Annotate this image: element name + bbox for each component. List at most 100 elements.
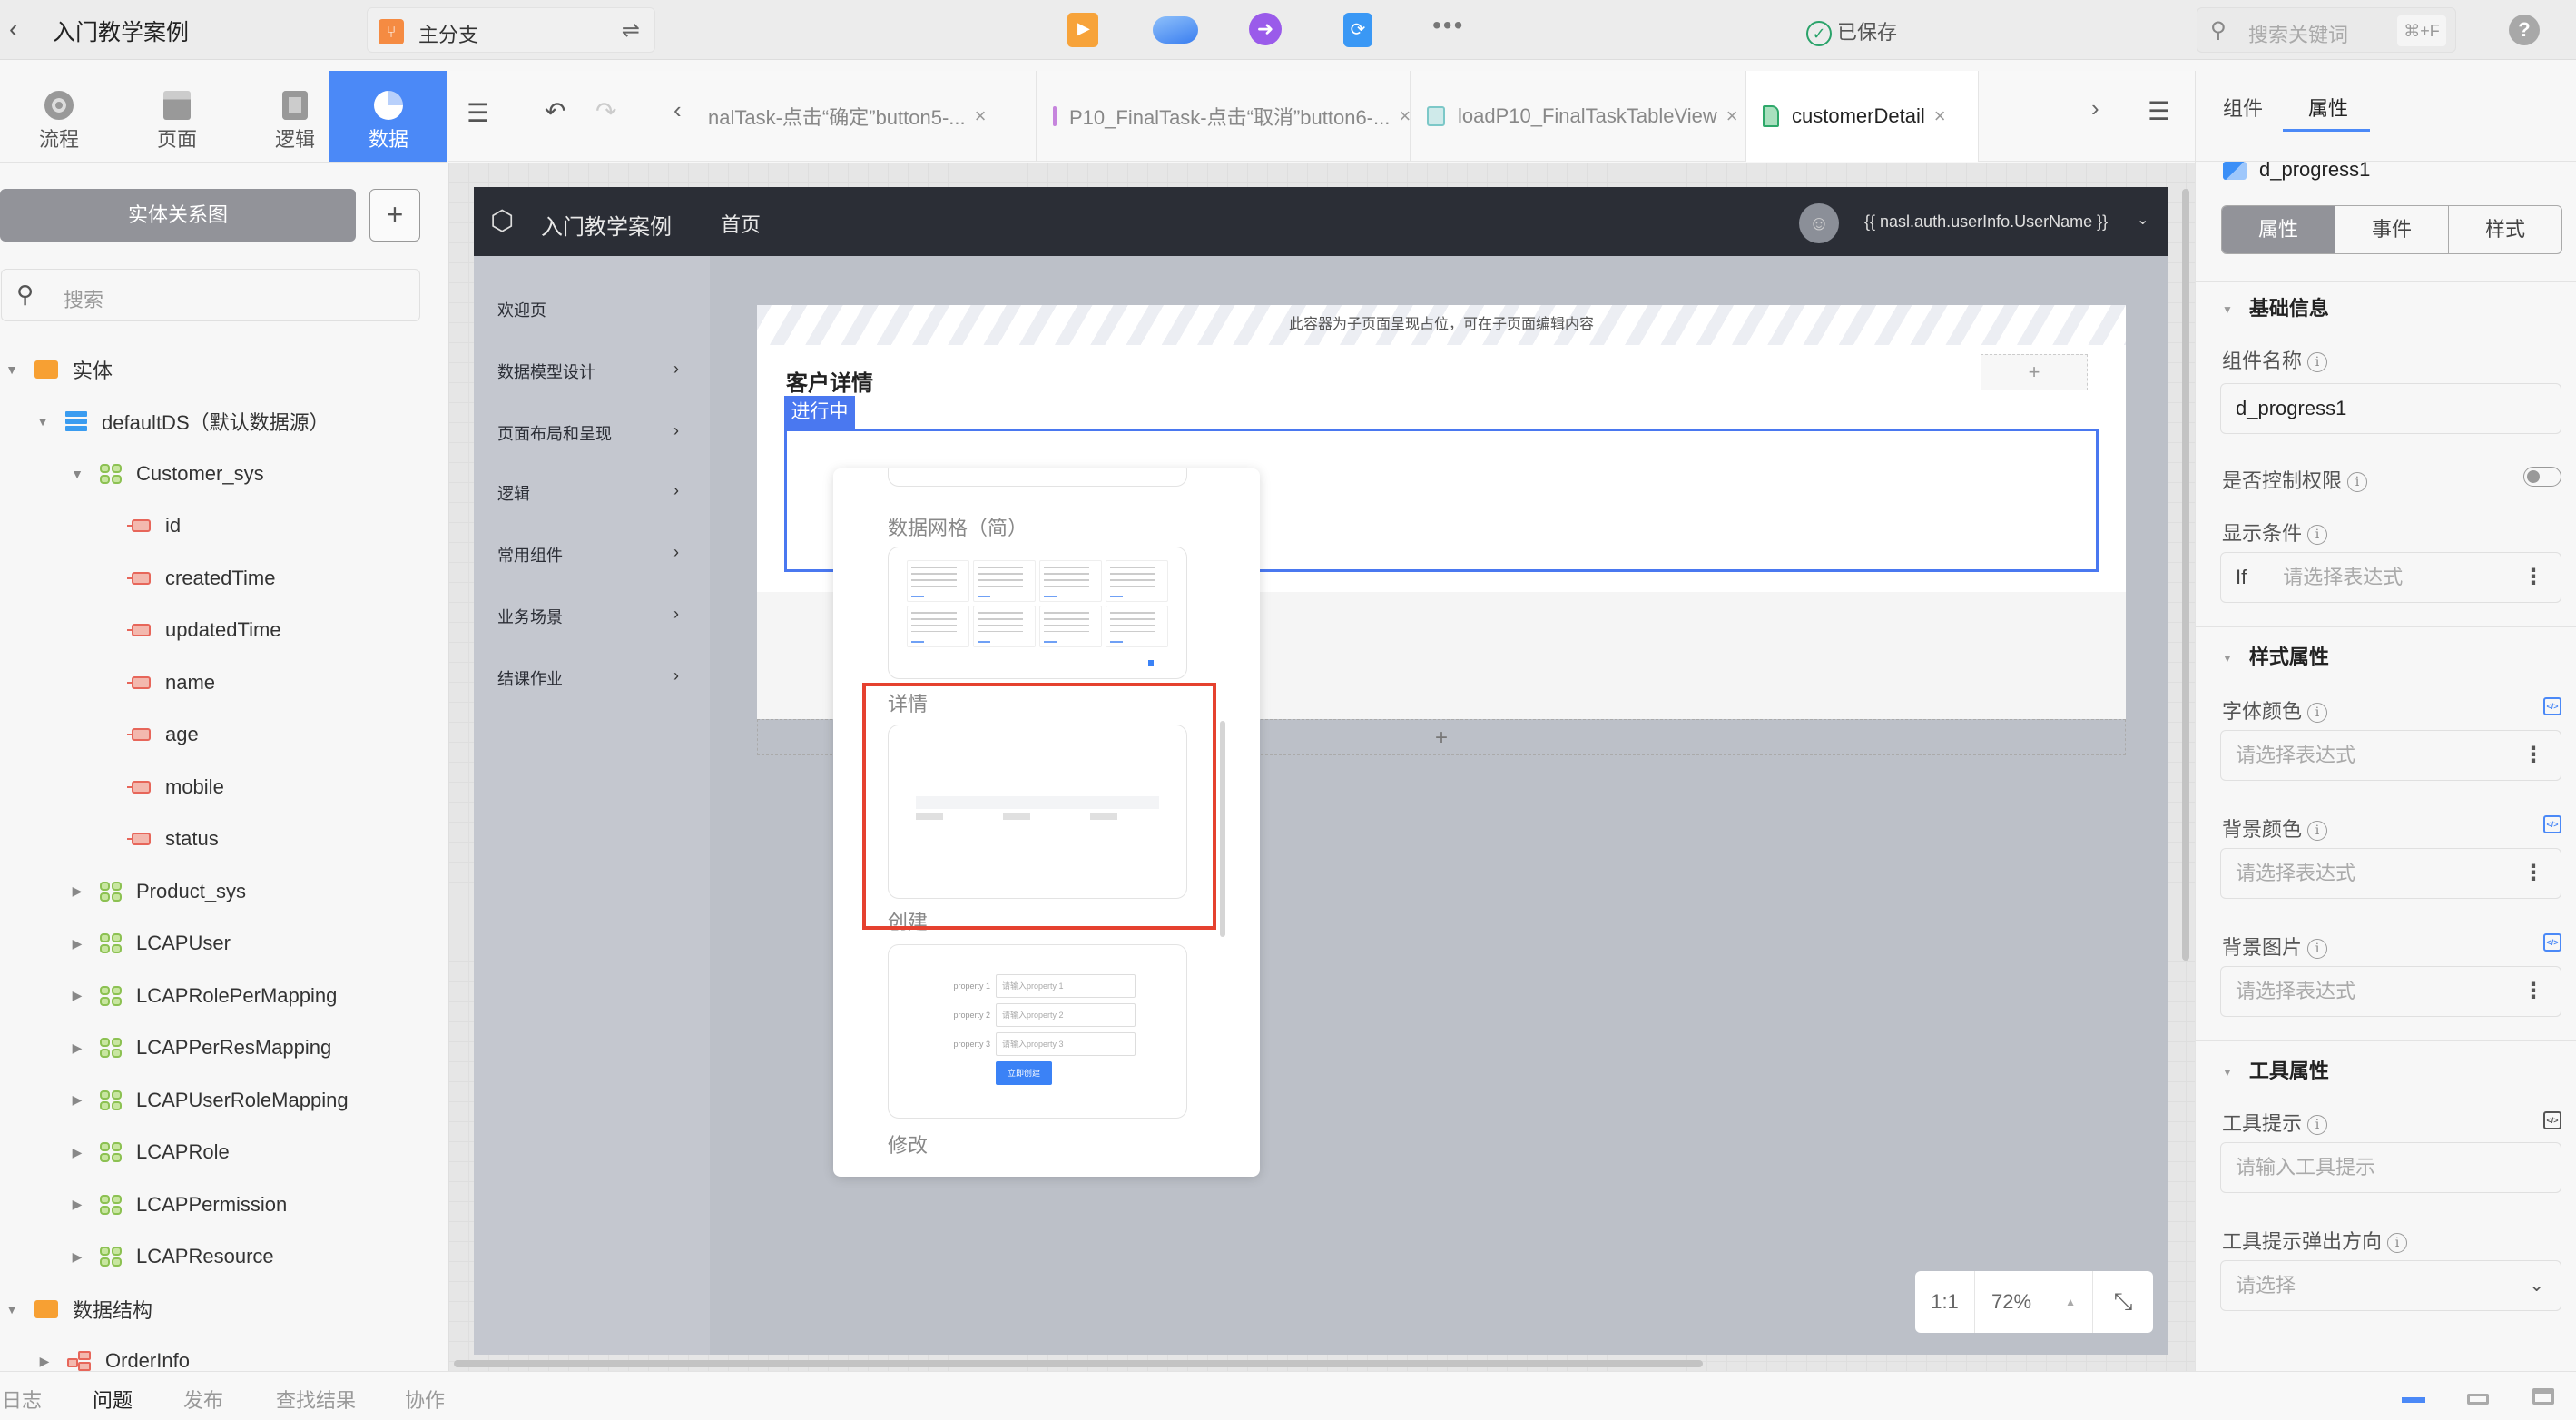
preview-menu-item[interactable]: 页面布局和呈现 › [497, 421, 679, 445]
tree-item[interactable]: updatedTime [0, 605, 447, 657]
section-basic-info[interactable]: ▼ 基础信息 [2222, 292, 2329, 321]
tab-3[interactable]: customerDetail × [1746, 71, 1979, 162]
tree-search-input[interactable]: ⚲ 搜索 [1, 269, 420, 321]
bg-image-input[interactable]: 请选择表达式 ⋮ [2220, 966, 2561, 1017]
preview-nav-home[interactable]: 首页 [721, 209, 761, 238]
panel-half-icon[interactable] [2467, 1394, 2489, 1405]
tab-components[interactable]: 组件 [2223, 93, 2263, 122]
tab-properties[interactable]: 属性 [2308, 93, 2348, 122]
code-binding-icon[interactable]: </> [2543, 933, 2561, 952]
tree-item[interactable]: ▶ LCAPPermission [0, 1178, 447, 1231]
tree-item[interactable]: ▶ LCAPRole [0, 1127, 447, 1179]
caret-right-icon[interactable]: ▶ [71, 1145, 84, 1160]
close-icon[interactable]: × [1726, 104, 1738, 128]
info-icon[interactable]: i [2307, 703, 2328, 724]
tab-1[interactable]: P10_FinalTask-点击“取消”button6-... × [1037, 71, 1411, 162]
caret-right-icon[interactable]: ▶ [71, 1040, 84, 1056]
global-search[interactable]: ⚲ 搜索关键词 ⌘+F [2197, 7, 2456, 53]
status-badge[interactable]: 进行中 [784, 396, 855, 429]
nav-process[interactable]: 流程 [0, 71, 118, 162]
canvas-horizontal-scrollbar[interactable] [454, 1360, 1703, 1367]
caret-right-icon[interactable]: ▶ [71, 936, 84, 952]
nav-page[interactable]: 页面 [118, 71, 236, 162]
sync-icon[interactable]: ⟳ [1343, 13, 1372, 47]
cloud-deploy-icon[interactable] [1153, 16, 1198, 44]
tree-item[interactable]: id [0, 500, 447, 553]
segment-styles[interactable]: 样式 [2449, 206, 2561, 253]
tree-item[interactable]: ▶ LCAPUser [0, 918, 447, 971]
caret-right-icon[interactable]: ▶ [71, 1249, 84, 1265]
zoom-level-select[interactable]: 72% ▲ [1975, 1271, 2093, 1333]
bottom-tab-publish[interactable]: 发布 [183, 1385, 223, 1414]
panel-maximize-icon[interactable] [2532, 1388, 2554, 1405]
more-vertical-icon[interactable]: ⋮ [2522, 849, 2544, 898]
tab-list-icon[interactable]: ☰ [2148, 96, 2170, 126]
code-binding-icon[interactable]: </> [2543, 697, 2561, 715]
caret-right-icon[interactable]: ▶ [71, 883, 84, 899]
info-icon[interactable]: i [2307, 352, 2328, 373]
tabs-scroll-left-icon[interactable]: ‹ [673, 96, 682, 124]
info-icon[interactable]: i [2347, 472, 2368, 493]
caret-down-icon[interactable]: ▼ [71, 467, 84, 481]
caret-down-icon[interactable]: ▼ [5, 362, 18, 377]
tab-0[interactable]: nalTask-点击“确定”button5-... × [706, 71, 1037, 162]
close-icon[interactable]: × [1934, 104, 1946, 128]
caret-right-icon[interactable]: ▶ [71, 988, 84, 1003]
info-icon[interactable]: i [2387, 1233, 2408, 1254]
caret-right-icon[interactable]: ▶ [71, 1197, 84, 1212]
more-vertical-icon[interactable]: ⋮ [2522, 731, 2544, 780]
collapse-panel-icon[interactable]: ☰ [467, 98, 489, 128]
tree-item[interactable]: createdTime [0, 552, 447, 605]
font-color-input[interactable]: 请选择表达式 ⋮ [2220, 730, 2561, 781]
back-icon[interactable]: ‹ [9, 15, 17, 44]
tooltip-input[interactable]: 请输入工具提示 [2220, 1142, 2561, 1193]
collapse-icon[interactable]: ⤡ [2093, 1271, 2153, 1333]
bottom-tab-collab[interactable]: 协作 [405, 1385, 445, 1414]
preview-menu-item[interactable]: 数据模型设计 › [497, 360, 679, 383]
template-thumb-create[interactable]: property 1 请输入property 1 property 2 请输入pro… [888, 944, 1187, 1119]
bottom-tab-issues[interactable]: 问题 [93, 1385, 133, 1414]
tree-item[interactable]: ▼ 实体 [0, 343, 447, 396]
template-thumb-grid[interactable] [888, 547, 1187, 679]
tree-item[interactable]: ▼ Customer_sys [0, 448, 447, 500]
caret-right-icon[interactable]: ▶ [71, 1092, 84, 1108]
info-icon[interactable]: i [2307, 1115, 2328, 1136]
preview-menu-item[interactable]: 结课作业 › [497, 666, 679, 690]
er-diagram-button[interactable]: 实体关系图 [0, 189, 356, 242]
tab-2[interactable]: loadP10_FinalTaskTableView × [1411, 71, 1746, 162]
preview-menu-item[interactable]: 欢迎页 [497, 298, 679, 321]
tooltip-direction-select[interactable]: 请选择 ⌄ [2220, 1260, 2561, 1311]
segment-properties[interactable]: 属性 [2222, 206, 2335, 253]
tree-item[interactable]: ▼ defaultDS（默认数据源） [0, 396, 447, 449]
canvas-vertical-scrollbar[interactable] [2182, 189, 2189, 961]
tree-item[interactable]: age [0, 709, 447, 762]
preview-menu-item[interactable]: 逻辑 › [497, 481, 679, 505]
caret-down-icon[interactable]: ▼ [5, 1302, 18, 1316]
code-binding-icon[interactable]: </> [2543, 1111, 2561, 1129]
more-vertical-icon[interactable]: ⋮ [2522, 967, 2544, 1016]
info-icon[interactable]: i [2307, 939, 2328, 960]
tree-item[interactable]: name [0, 656, 447, 709]
tree-item[interactable]: ▶ LCAPUserRoleMapping [0, 1074, 447, 1127]
undo-icon[interactable]: ↶ [545, 96, 565, 126]
close-icon[interactable]: × [1399, 104, 1411, 128]
caret-right-icon[interactable]: ▶ [38, 1354, 51, 1369]
section-style[interactable]: ▼ 样式属性 [2222, 641, 2329, 670]
add-button[interactable]: + [369, 189, 420, 242]
bg-color-input[interactable]: 请选择表达式 ⋮ [2220, 848, 2561, 899]
tree-item[interactable]: ▶ Product_sys [0, 865, 447, 918]
display-condition-input[interactable]: If 请选择表达式 ⋮ [2220, 552, 2561, 603]
zoom-reset-button[interactable]: 1:1 [1915, 1271, 1975, 1333]
preview-menu-item[interactable]: 常用组件 › [497, 543, 679, 567]
caret-down-icon[interactable]: ▼ [36, 414, 49, 429]
close-icon[interactable]: × [975, 104, 987, 128]
segment-events[interactable]: 事件 [2335, 206, 2449, 253]
bottom-tab-find-results[interactable]: 查找结果 [276, 1385, 356, 1414]
code-binding-icon[interactable]: </> [2543, 815, 2561, 833]
template-thumb-prev[interactable] [888, 468, 1187, 487]
redo-icon[interactable]: ↷ [595, 96, 616, 126]
tree-item[interactable]: ▼ 数据结构 [0, 1283, 447, 1336]
add-slot-button[interactable]: + [1981, 354, 2088, 390]
nav-data[interactable]: 数据 [329, 71, 447, 162]
popup-scrollbar[interactable] [1220, 721, 1225, 937]
